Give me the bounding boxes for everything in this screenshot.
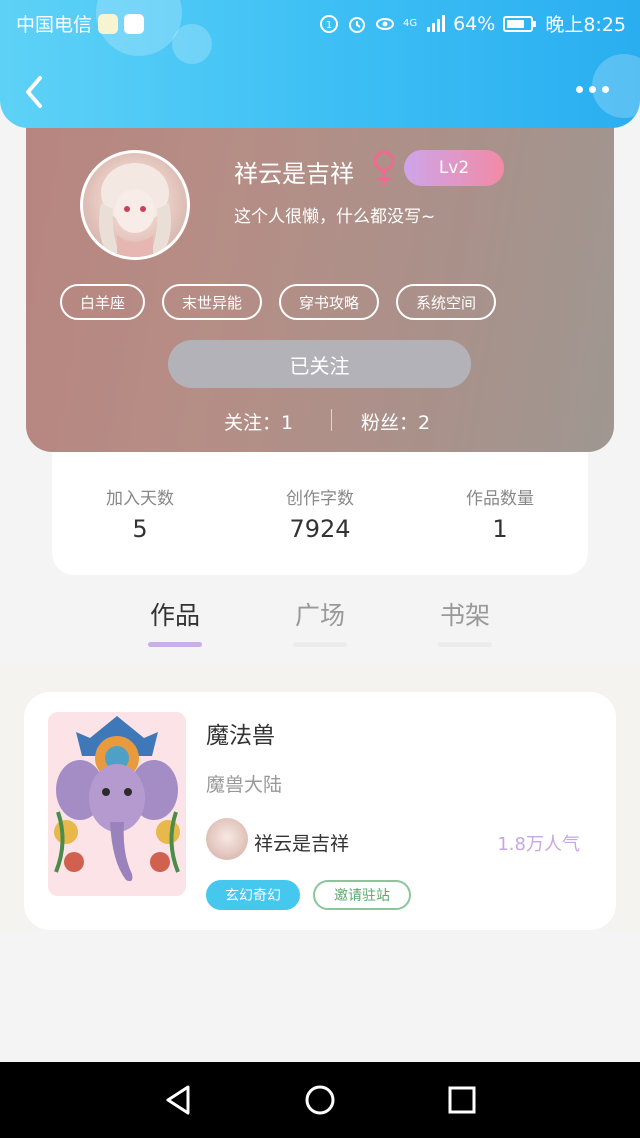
avatar[interactable] bbox=[80, 150, 190, 260]
stat-value: 1 bbox=[492, 515, 508, 543]
system-nav-bar bbox=[0, 1062, 640, 1138]
tab-indicator bbox=[293, 642, 347, 647]
tab-indicator bbox=[438, 642, 492, 647]
back-icon[interactable] bbox=[20, 74, 48, 110]
stat-label: 加入天数 bbox=[106, 489, 174, 509]
follow-counts: 关注：1 粉丝：2 bbox=[26, 406, 614, 436]
tab-bookshelf[interactable]: 书架 bbox=[410, 596, 520, 632]
profile-tag[interactable]: 穿书攻略 bbox=[279, 284, 380, 320]
stat-value: 7924 bbox=[289, 515, 351, 543]
bio-text: 这个人很懒，什么都没写~ bbox=[234, 207, 436, 227]
cover-illustration bbox=[48, 712, 186, 896]
network-type: 4G bbox=[402, 18, 418, 29]
battery-icon bbox=[503, 15, 537, 32]
work-subtitle: 魔兽大陆 bbox=[206, 774, 283, 796]
tab-works[interactable]: 作品 bbox=[120, 596, 230, 632]
tag-list: 白羊座 末世异能 穿书攻略 系统空间 bbox=[60, 284, 497, 320]
eye-icon bbox=[375, 17, 394, 30]
author-avatar[interactable] bbox=[206, 818, 248, 860]
app-notification-icon bbox=[98, 13, 119, 34]
stat-word-count: 创作字数 7924 bbox=[240, 484, 400, 543]
stat-works-count: 作品数量 1 bbox=[420, 484, 580, 543]
more-icon[interactable] bbox=[576, 86, 614, 98]
data-saver-icon: 1 bbox=[319, 14, 338, 33]
top-header: 中国电信 1 4G 64% 晚上8:25 bbox=[0, 0, 640, 128]
nav-home-icon[interactable] bbox=[302, 1082, 338, 1118]
svg-text:1: 1 bbox=[326, 20, 332, 31]
carrier-label: 中国电信 bbox=[16, 14, 93, 36]
following-count[interactable]: 关注：1 bbox=[224, 408, 293, 435]
alarm-icon bbox=[348, 16, 365, 33]
followers-count[interactable]: 粉丝：2 bbox=[361, 408, 430, 435]
stats-card: 加入天数 5 创作字数 7924 作品数量 1 bbox=[52, 450, 588, 575]
female-icon bbox=[373, 150, 395, 186]
stat-value: 5 bbox=[132, 515, 148, 543]
divider bbox=[331, 409, 332, 431]
nav-recents-icon[interactable] bbox=[444, 1082, 480, 1118]
clock: 晚上8:25 bbox=[545, 14, 626, 36]
author-name[interactable]: 祥云是吉祥 bbox=[254, 829, 349, 856]
invite-tag[interactable]: 邀请驻站 bbox=[313, 880, 411, 910]
avatar-illustration bbox=[99, 163, 171, 257]
status-bar: 中国电信 1 4G 64% 晚上8:25 bbox=[0, 0, 640, 44]
battery-percent: 64% bbox=[453, 12, 496, 35]
popularity-count: 1.8万人气 bbox=[497, 834, 580, 855]
profile-tag[interactable]: 末世异能 bbox=[162, 284, 263, 320]
profile-tag[interactable]: 系统空间 bbox=[396, 284, 497, 320]
book-cover[interactable] bbox=[48, 712, 186, 896]
work-title[interactable]: 魔法兽 bbox=[206, 716, 275, 750]
app-notification-icon bbox=[124, 13, 145, 34]
stat-label: 作品数量 bbox=[466, 489, 534, 509]
level-badge: Lv2 bbox=[404, 150, 504, 186]
username: 祥云是吉祥 bbox=[234, 160, 354, 188]
nav-back-icon[interactable] bbox=[160, 1082, 196, 1118]
profile-card: 祥云是吉祥 Lv2 这个人很懒，什么都没写~ 白羊座 末世异能 穿书攻略 系统空… bbox=[26, 110, 614, 452]
signal-icon bbox=[427, 14, 446, 32]
work-card[interactable]: 魔法兽 魔兽大陆 祥云是吉祥 1.8万人气 玄幻奇幻 邀请驻站 bbox=[24, 692, 616, 930]
genre-tag[interactable]: 玄幻奇幻 bbox=[206, 880, 300, 910]
follow-button[interactable]: 已关注 bbox=[168, 340, 471, 388]
stat-join-days: 加入天数 5 bbox=[60, 484, 220, 543]
tab-square[interactable]: 广场 bbox=[265, 596, 375, 632]
profile-tag[interactable]: 白羊座 bbox=[60, 284, 146, 320]
tab-indicator bbox=[148, 642, 202, 647]
stat-label: 创作字数 bbox=[286, 489, 354, 509]
